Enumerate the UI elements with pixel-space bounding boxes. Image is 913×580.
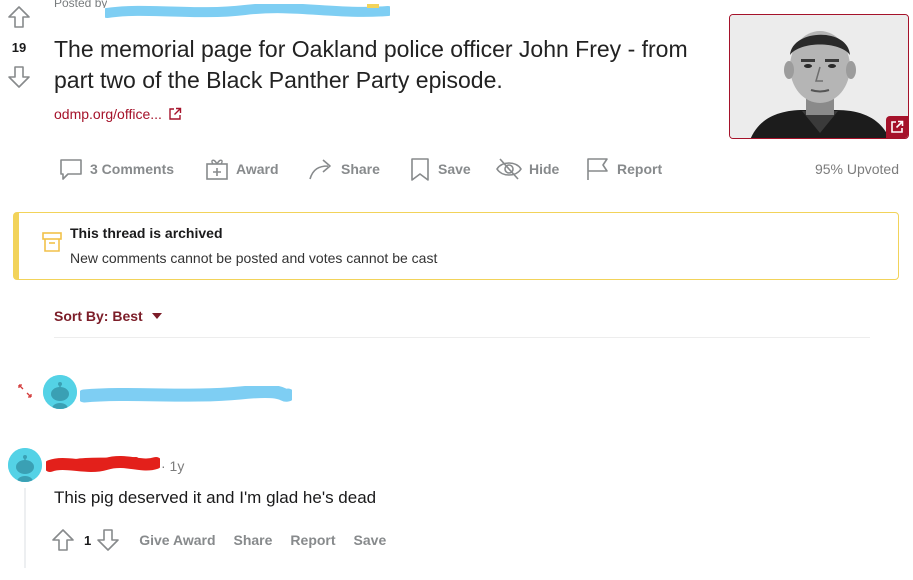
redaction-scribble: [46, 456, 160, 472]
upvote-icon[interactable]: [6, 4, 32, 30]
downvote-icon[interactable]: [6, 64, 32, 90]
thumbnail-external-badge[interactable]: [886, 116, 908, 138]
report-button[interactable]: Report: [585, 154, 662, 184]
comment-share-button[interactable]: Share: [234, 532, 273, 548]
post-thumbnail[interactable]: [729, 14, 909, 139]
caret-down-icon: [151, 313, 162, 319]
upvote-icon[interactable]: [50, 527, 76, 553]
comment-timestamp[interactable]: · 1y: [161, 458, 184, 474]
save-button[interactable]: Save: [408, 154, 471, 184]
comment-score: 1: [84, 532, 92, 548]
post-link-text[interactable]: odmp.org/office...: [54, 106, 162, 122]
comment-actions: 1 Give Award Share Report Save: [50, 526, 386, 554]
comment-icon: [60, 159, 82, 180]
external-link-icon: [891, 120, 904, 133]
hide-button[interactable]: Hide: [495, 154, 559, 184]
gift-icon: [206, 159, 228, 180]
bookmark-icon: [411, 158, 429, 181]
share-arrow-icon: [309, 159, 331, 180]
thread-line[interactable]: [24, 488, 26, 568]
downvote-icon[interactable]: [95, 527, 121, 553]
comment-report-button[interactable]: Report: [290, 532, 335, 548]
hide-label: Hide: [529, 161, 560, 177]
redaction-scribble: [80, 386, 292, 403]
comments-button[interactable]: 3 Comments: [58, 154, 174, 184]
archive-box-icon: [42, 232, 62, 252]
posted-by: Posted by: [54, 0, 108, 8]
award-label: Award: [236, 161, 279, 177]
comments-label: 3 Comments: [90, 161, 175, 177]
vote-count: 19: [11, 40, 27, 55]
give-award-button[interactable]: Give Award: [139, 532, 215, 548]
comment-body: This pig deserved it and I'm glad he's d…: [54, 488, 377, 507]
divider: [54, 337, 870, 338]
officer-portrait-image: [730, 15, 908, 138]
post-title[interactable]: The memorial page for Oakland police off…: [54, 34, 714, 96]
expand-arrows-icon[interactable]: [17, 383, 33, 399]
snoo-avatar-icon: [43, 375, 77, 409]
snoo-avatar-icon: [8, 448, 42, 482]
redaction-scribble: [105, 4, 390, 18]
external-link-icon[interactable]: [168, 107, 182, 121]
share-label: Share: [341, 161, 380, 177]
share-button[interactable]: Share: [307, 154, 380, 184]
sort-dropdown[interactable]: Sort By: Best: [54, 308, 163, 324]
report-label: Report: [617, 161, 663, 177]
upvote-ratio: 95% Upvoted: [814, 161, 899, 177]
archived-title: This thread is archived: [70, 225, 223, 241]
flag-icon: [587, 158, 608, 180]
avatar[interactable]: [8, 448, 42, 482]
award-button[interactable]: Award: [204, 154, 279, 184]
archived-notice: This thread is archived New comments can…: [13, 212, 899, 280]
archived-subtitle: New comments cannot be posted and votes …: [70, 250, 438, 266]
avatar[interactable]: [43, 375, 77, 409]
comment-save-button[interactable]: Save: [354, 532, 387, 548]
save-label: Save: [438, 161, 471, 177]
eye-slash-icon: [496, 158, 522, 180]
sort-label: Sort By: Best: [54, 308, 143, 324]
post-link[interactable]: odmp.org/office...: [54, 106, 182, 122]
